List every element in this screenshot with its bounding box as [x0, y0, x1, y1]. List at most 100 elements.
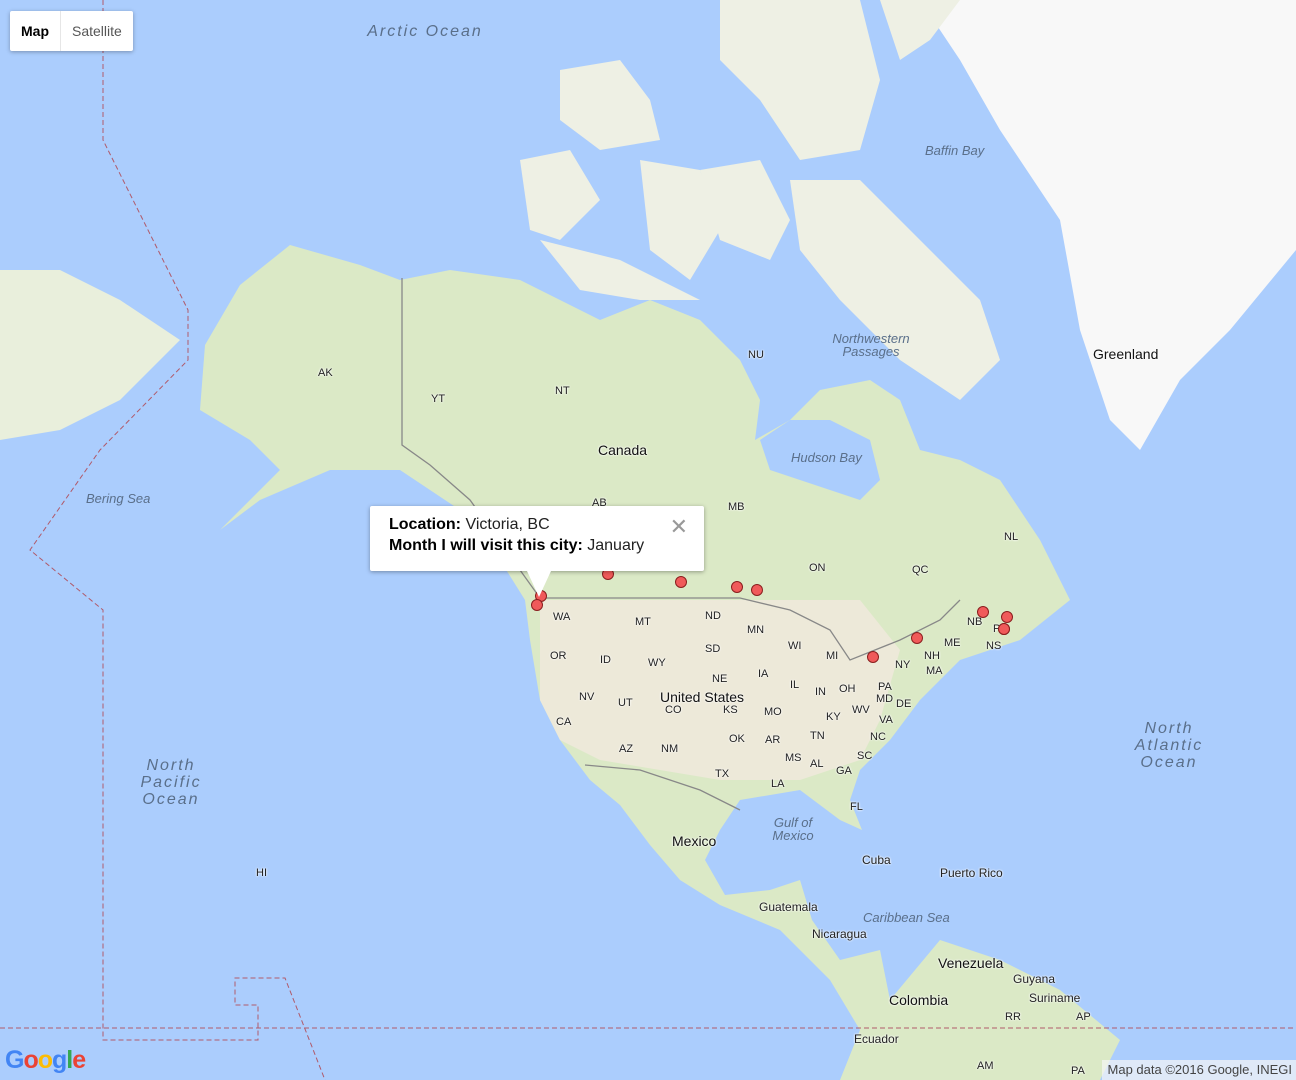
- label-colombia: Colombia: [889, 992, 949, 1008]
- region-label: CO: [665, 704, 682, 716]
- region-label: NM: [661, 743, 679, 755]
- region-label: NS: [986, 640, 1002, 652]
- region-label: PA: [1071, 1065, 1085, 1077]
- region-label: ND: [705, 610, 721, 622]
- region-label: ID: [600, 654, 611, 666]
- region-label: NC: [870, 731, 886, 743]
- region-label: MT: [635, 616, 651, 628]
- label-nicaragua: Nicaragua: [812, 927, 867, 941]
- region-label: TN: [810, 730, 825, 742]
- region-label: WV: [852, 704, 870, 716]
- label-venezuela: Venezuela: [938, 955, 1004, 971]
- region-label: WY: [648, 657, 666, 669]
- region-label: VA: [879, 714, 893, 726]
- region-label: KS: [723, 704, 738, 716]
- label-suriname: Suriname: [1029, 991, 1081, 1005]
- region-label: ON: [809, 562, 826, 574]
- map-type-map-button[interactable]: Map: [10, 11, 61, 51]
- map-marker[interactable]: [675, 576, 687, 588]
- label-canada: Canada: [598, 442, 648, 458]
- region-label: WI: [788, 640, 802, 652]
- region-label: AL: [810, 758, 824, 770]
- region-label: SC: [857, 750, 873, 762]
- label-bering-sea: Bering Sea: [86, 491, 151, 506]
- region-label: AP: [1076, 1011, 1091, 1023]
- region-label: IL: [790, 679, 800, 691]
- label-gulf-of-mexico: Gulf of Mexico: [772, 815, 814, 843]
- region-label: AZ: [619, 743, 634, 755]
- label-mexico: Mexico: [672, 833, 717, 849]
- map-marker[interactable]: [911, 632, 923, 644]
- region-label: MO: [764, 706, 782, 718]
- region-label: TX: [715, 768, 730, 780]
- region-label: NY: [895, 659, 911, 671]
- region-label: NT: [555, 385, 570, 397]
- region-label: MN: [747, 624, 765, 636]
- region-label: GA: [836, 765, 852, 777]
- map-marker[interactable]: [998, 623, 1010, 635]
- label-hudson-bay: Hudson Bay: [791, 450, 862, 465]
- region-label: NB: [967, 616, 983, 628]
- map-type-satellite-button[interactable]: Satellite: [61, 11, 133, 51]
- label-baffin-bay: Baffin Bay: [925, 143, 985, 158]
- region-label: OH: [839, 683, 856, 695]
- label-ecuador: Ecuador: [854, 1032, 899, 1046]
- label-guatemala: Guatemala: [759, 900, 818, 914]
- info-location: Location: Victoria, BC: [389, 516, 550, 533]
- map-marker[interactable]: [531, 599, 543, 611]
- region-label: AK: [318, 367, 333, 379]
- region-label: AR: [765, 734, 781, 746]
- map-marker[interactable]: [977, 606, 989, 618]
- region-label: NE: [712, 673, 728, 685]
- region-label: RR: [1005, 1011, 1021, 1023]
- region-label: NL: [1004, 531, 1019, 543]
- region-label: YT: [431, 393, 446, 405]
- region-label: OR: [550, 650, 567, 662]
- label-united-states: United States: [660, 689, 745, 705]
- label-greenland: Greenland: [1093, 346, 1159, 362]
- region-label: HI: [256, 867, 267, 879]
- region-label: LA: [771, 778, 785, 790]
- region-label: FL: [850, 801, 863, 813]
- region-label: OK: [729, 733, 745, 745]
- region-label: NU: [748, 349, 764, 361]
- info-window-pointer: [527, 571, 551, 597]
- region-label: IA: [758, 668, 769, 680]
- region-label: AM: [977, 1060, 994, 1072]
- label-puerto-rico: Puerto Rico: [940, 866, 1003, 880]
- map-marker[interactable]: [731, 581, 743, 593]
- label-arctic-ocean: Arctic Ocean: [367, 23, 483, 40]
- region-label: MI: [826, 650, 839, 662]
- map-type-control: Map Satellite: [10, 11, 133, 51]
- region-label: KY: [826, 711, 841, 723]
- label-northwestern-passages: Northwestern Passages: [832, 331, 910, 359]
- map-marker[interactable]: [1001, 611, 1013, 623]
- close-icon[interactable]: ✕: [670, 514, 688, 540]
- region-label: WA: [553, 611, 571, 623]
- region-label: IN: [815, 686, 826, 698]
- region-label: PA: [878, 681, 892, 693]
- info-window: Location: Victoria, BC Month I will visi…: [370, 506, 704, 597]
- region-label: ME: [944, 637, 961, 649]
- region-label: MS: [785, 752, 802, 764]
- map-marker[interactable]: [751, 584, 763, 596]
- region-label: CA: [556, 716, 572, 728]
- map-attribution[interactable]: Map data ©2016 Google, INEGI: [1101, 1060, 1296, 1080]
- label-guyana: Guyana: [1013, 972, 1056, 986]
- map-marker[interactable]: [867, 651, 879, 663]
- region-label: NH: [924, 650, 940, 662]
- info-month: Month I will visit this city: January: [389, 537, 645, 554]
- region-label: SD: [705, 643, 721, 655]
- region-label: QC: [912, 564, 929, 576]
- google-logo[interactable]: Google: [5, 1046, 86, 1075]
- region-label: DE: [896, 698, 912, 710]
- region-label: NV: [579, 691, 595, 703]
- region-label: MD: [876, 693, 894, 705]
- region-label: UT: [618, 697, 633, 709]
- label-north-pacific: North Pacific Ocean: [140, 757, 202, 808]
- region-label: MB: [728, 501, 745, 513]
- label-north-atlantic: North Atlantic Ocean: [1134, 720, 1204, 771]
- label-caribbean-sea: Caribbean Sea: [863, 910, 950, 925]
- label-cuba: Cuba: [862, 853, 891, 867]
- region-label: MA: [926, 665, 943, 677]
